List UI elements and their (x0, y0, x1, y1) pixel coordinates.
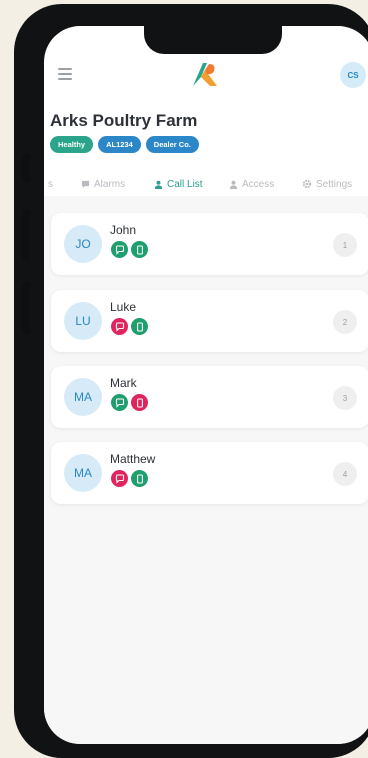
contact-methods (111, 394, 148, 411)
user-avatar[interactable]: CS (340, 62, 366, 88)
contact-card[interactable]: JO John 1 (51, 213, 368, 275)
phone-icon[interactable] (131, 318, 148, 335)
tab-access[interactable]: Access (229, 171, 274, 197)
contact-avatar: MA (64, 454, 102, 492)
tab-alarms-label: Alarms (94, 178, 126, 190)
person-icon (154, 180, 163, 189)
alarm-bubble-icon (81, 180, 90, 188)
contact-avatar: JO (64, 225, 102, 263)
contact-name: Luke (110, 300, 137, 314)
volume-up-button (22, 209, 30, 261)
contact-methods (111, 241, 148, 258)
sms-icon[interactable] (111, 470, 128, 487)
contact-name: Matthew (110, 452, 156, 466)
contact-avatar: MA (64, 378, 102, 416)
sms-icon[interactable] (111, 394, 128, 411)
tab-settings[interactable]: Settings (302, 171, 352, 197)
contact-name: John (110, 223, 137, 237)
contact-card[interactable]: LU Luke 2 (51, 290, 368, 352)
tab-call-list-label: Call List (167, 178, 203, 190)
farm-id-badge: AL1234 (98, 136, 141, 153)
call-order-badge: 3 (333, 386, 357, 410)
call-order-badge: 2 (333, 310, 357, 334)
health-badge: Healthy (50, 136, 94, 153)
tab-alarms[interactable]: Alarms (81, 171, 125, 197)
call-list: JO John 1 LU Luke 2 MA Mark 3 MA Matthew… (44, 196, 368, 744)
person-icon (229, 180, 238, 189)
sms-icon[interactable] (111, 241, 128, 258)
tab-bar: s Alarms Call List Access Settings (44, 171, 368, 198)
contact-avatar: LU (64, 302, 102, 340)
call-order-badge: 1 (333, 233, 357, 257)
call-order-badge: 4 (333, 462, 357, 486)
contact-card[interactable]: MA Mark 3 (51, 366, 368, 428)
phone-icon[interactable] (131, 241, 148, 258)
app-screen: CS Arks Poultry Farm Healthy AL1234 Deal… (44, 26, 368, 744)
sms-icon[interactable] (111, 318, 128, 335)
dealer-badge: Dealer Co. (145, 136, 199, 153)
phone-notch (144, 26, 282, 54)
phone-frame: CS Arks Poultry Farm Healthy AL1234 Deal… (14, 4, 368, 758)
contact-card[interactable]: MA Matthew 4 (51, 442, 368, 504)
tab-settings-label: Settings (316, 178, 353, 190)
silent-switch (22, 154, 30, 182)
tab-partial-label: s (48, 178, 53, 190)
tab-partial[interactable]: s (48, 171, 53, 197)
contact-methods (111, 470, 148, 487)
contact-methods (111, 318, 148, 335)
tab-call-list[interactable]: Call List (142, 171, 215, 198)
gear-icon (302, 179, 312, 189)
hamburger-menu-icon[interactable] (58, 68, 72, 80)
phone-icon[interactable] (131, 470, 148, 487)
page-title: Arks Poultry Farm (50, 111, 198, 130)
tab-access-label: Access (242, 178, 275, 190)
app-logo-icon (193, 63, 217, 86)
app-bar: CS (44, 54, 368, 96)
volume-down-button (22, 282, 30, 334)
contact-name: Mark (110, 376, 137, 390)
phone-icon[interactable] (131, 394, 148, 411)
status-badges: Healthy AL1234 Dealer Co. (50, 136, 199, 153)
